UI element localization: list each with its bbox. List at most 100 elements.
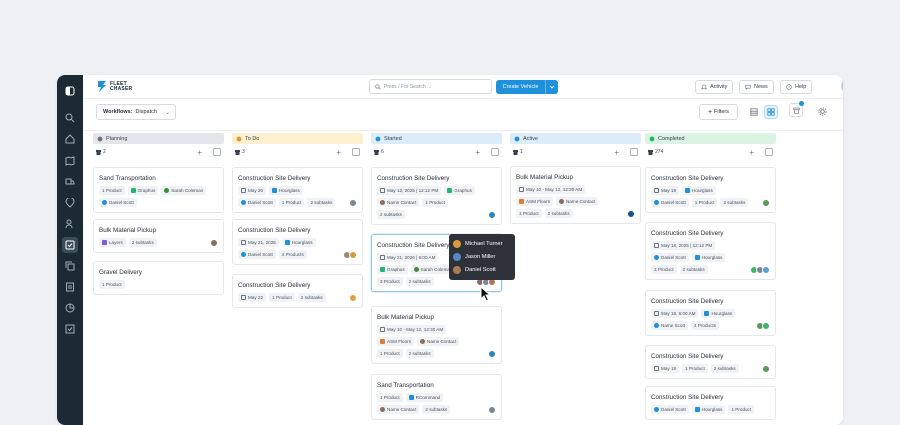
column-to-do: To Do 3 + Construction Site Delivery May 20 H… (232, 133, 363, 308)
assignee-avatars[interactable] (343, 250, 357, 259)
column-header[interactable]: To Do (232, 133, 363, 144)
assignee-avatars[interactable] (488, 405, 496, 414)
chip-label: 1 Product (272, 295, 292, 300)
assignee-avatars[interactable] (756, 321, 770, 330)
chip-label: 2 subtasks (380, 212, 402, 217)
task-card[interactable]: Construction Site Delivery Daniel Scott Ho… (645, 386, 776, 420)
sidebar-item-search[interactable] (62, 110, 78, 126)
sidebar-item-users[interactable] (62, 216, 78, 232)
column-header[interactable]: Planning (93, 133, 224, 144)
card-title: Construction Site Delivery (377, 174, 450, 182)
assignee-avatars[interactable] (349, 198, 357, 207)
task-card[interactable]: Construction Site Delivery May 19 Hourglas… (645, 167, 776, 213)
users-icon (65, 219, 73, 229)
select-all-checkbox[interactable] (765, 148, 773, 156)
archive-icon (792, 107, 800, 114)
card-chip: 3 Product (377, 277, 403, 286)
assignee-avatar (488, 349, 496, 358)
add-card-button[interactable]: + (614, 148, 619, 157)
assignee-avatars[interactable] (750, 265, 770, 274)
create-dropdown-button[interactable] (545, 80, 558, 94)
task-card[interactable]: Bulk Material Pickup May 10 - May 12, 12:… (510, 166, 641, 224)
task-card[interactable]: Bulk Material Pickup May 10 - May 12, 12:… (371, 306, 502, 364)
filters-button[interactable]: + Filters (699, 104, 738, 120)
svg-text:?: ? (788, 85, 790, 89)
assignee-avatar (488, 210, 496, 219)
user-avatar[interactable] (841, 78, 843, 94)
tooltip-person: Jason Miller (453, 250, 511, 263)
sidebar-item-map[interactable] (62, 153, 78, 169)
select-all-checkbox[interactable] (630, 148, 638, 156)
add-card-button[interactable]: + (197, 148, 202, 157)
column-meta: 2 + (93, 144, 224, 160)
add-card-button[interactable]: + (749, 148, 754, 157)
task-card[interactable]: Construction Site Delivery May 18, 2025 |… (645, 222, 776, 280)
card-bottom-padding (651, 373, 770, 378)
sidebar-item-copy[interactable] (62, 258, 78, 274)
column-header[interactable]: Completed (645, 133, 776, 144)
sidebar-item-checklist[interactable] (62, 321, 78, 337)
task-card[interactable]: Bulk Material Pickup Layers 2 subtasks (93, 219, 224, 253)
search-input[interactable]: Press / For Search ... (369, 79, 492, 94)
company-icon (284, 240, 290, 245)
card-chip: Graphus (377, 265, 408, 274)
sidebar-item-document[interactable] (62, 279, 78, 295)
top-bar: FLEET CHASER Press / For Search ... Creat… (83, 75, 843, 99)
chip-label: 1 Product (281, 200, 302, 205)
assignee-avatars[interactable] (488, 349, 496, 358)
task-card[interactable]: Construction Site Delivery May 19, 6:00 A… (645, 290, 776, 336)
task-card[interactable]: Construction Site Delivery May 18 1 Produc… (645, 345, 776, 379)
column-header[interactable]: Active (510, 133, 641, 144)
add-card-button[interactable]: + (336, 148, 341, 157)
sidebar-item-truck[interactable] (62, 174, 78, 190)
card-title: Construction Site Delivery (651, 352, 724, 360)
task-card[interactable]: Construction Site Delivery May 21, 2026 Ho… (232, 219, 363, 265)
chip-label: Name Contact (566, 199, 596, 204)
task-card[interactable]: Sand Transportation 1 Product RCommand Name… (371, 374, 502, 420)
task-card[interactable]: Construction Site Delivery May 12, 2025 |… (371, 167, 502, 225)
board-view-button[interactable] (764, 105, 778, 119)
card-bottom-padding (651, 207, 770, 212)
calendar-icon (654, 366, 659, 371)
assignee-avatars[interactable] (627, 209, 635, 218)
card-chip: 4 Products (278, 250, 307, 259)
create-vehicle-button[interactable]: Create Vehicle (496, 80, 558, 94)
assignee-avatars[interactable] (210, 238, 218, 247)
assignee-avatars[interactable] (349, 293, 357, 302)
help-button[interactable]: ? Help (780, 80, 813, 94)
sidebar-item-location[interactable] (62, 195, 78, 211)
settings-button[interactable] (816, 105, 828, 117)
card-meta-row: Layers 2 subtasks (99, 238, 218, 247)
column-header[interactable]: Started (371, 133, 502, 144)
select-all-checkbox[interactable] (491, 148, 499, 156)
sidebar-item-chart[interactable] (62, 300, 78, 316)
activity-button[interactable]: Activity (695, 80, 734, 94)
chip-label: May 21, 2026 | 6:00 AM (387, 255, 436, 260)
board-view-icon (767, 108, 775, 116)
assignee-avatars[interactable] (488, 210, 496, 219)
chip-label: Daniel Scott (661, 407, 686, 412)
sidebar-item-dispatch[interactable] (62, 237, 78, 253)
card-chip: Daniel Scott (651, 253, 689, 262)
task-card[interactable]: Sand Transportation 1 Product Graphus Sarah… (93, 167, 224, 213)
card-title: Construction Site Delivery (238, 281, 311, 289)
brand-logo[interactable]: FLEET CHASER (97, 80, 132, 93)
task-card[interactable]: Gravel Delivery 1 Product (93, 261, 224, 295)
card-chip: 2 subtasks (297, 293, 326, 302)
add-card-button[interactable]: + (475, 148, 480, 157)
task-card[interactable]: Construction Site Delivery May 22 1 Produc… (232, 274, 363, 308)
news-button[interactable]: News (739, 80, 774, 94)
assignee-avatars[interactable] (762, 364, 770, 373)
assignee-avatars[interactable] (762, 198, 770, 207)
person-avatar (380, 407, 385, 412)
chevron-down-icon (549, 85, 555, 89)
task-card[interactable]: Construction Site Delivery May 20 Hourglas… (232, 167, 363, 213)
select-all-checkbox[interactable] (213, 148, 221, 156)
card-meta-row: Daniel Scott 1 Product 2 subtasks (238, 198, 357, 207)
workflow-value: Dispatch (135, 109, 157, 115)
workflow-select[interactable]: Workflows: Dispatch ⌄ (96, 104, 176, 120)
list-view-button[interactable] (747, 105, 761, 119)
card-chip: Daniel Scott (651, 405, 689, 414)
sidebar-item-home[interactable] (62, 131, 78, 147)
select-all-checkbox[interactable] (352, 148, 360, 156)
